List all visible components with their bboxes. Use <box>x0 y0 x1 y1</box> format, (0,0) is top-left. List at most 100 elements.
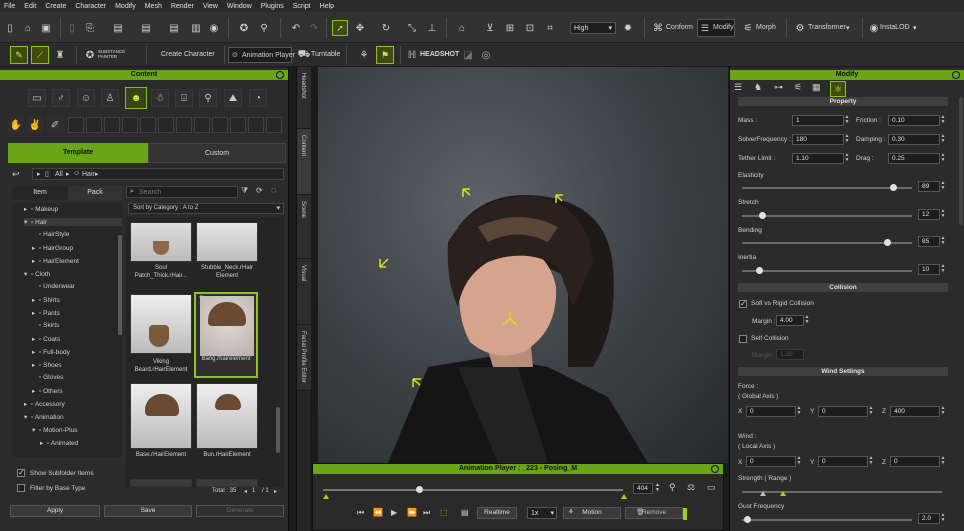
motion-icon[interactable]: ⚘ <box>356 47 372 63</box>
tab-item[interactable]: Item <box>12 186 68 200</box>
item-thumb[interactable] <box>196 383 258 449</box>
margin-input[interactable]: 4.00 <box>776 315 804 326</box>
headshot-icon[interactable]: ℍ <box>404 47 420 63</box>
transformer-button[interactable]: Transformer <box>808 24 846 31</box>
tab-custom[interactable]: Custom <box>148 143 286 163</box>
window-icon[interactable]: ▭ <box>707 482 716 493</box>
scene-icon[interactable]: ⛰ <box>224 89 242 107</box>
mass-input[interactable]: 1 <box>792 115 844 126</box>
menu-plugins[interactable]: Plugins <box>261 3 284 10</box>
gust-spinner[interactable]: ▲ ▼ <box>940 513 946 524</box>
inertia-spinner[interactable]: ▲ ▼ <box>940 264 946 275</box>
character-icon[interactable]: ♜ <box>52 47 68 63</box>
chevron-left-icon[interactable]: ◂ <box>244 488 247 495</box>
item-thumb[interactable] <box>196 222 258 262</box>
tab-visual[interactable]: Visual <box>297 259 311 325</box>
gust-knob[interactable] <box>744 516 751 523</box>
margin2-input[interactable]: 1.20 <box>776 349 804 360</box>
damping-input[interactable]: 0.30 <box>888 134 940 145</box>
bending-input[interactable]: 85 <box>918 236 940 247</box>
drag-input[interactable]: 0.25 <box>888 153 940 164</box>
tree-item[interactable]: ▸ ▫ Others <box>32 387 63 395</box>
head-morph-icon[interactable]: ☺ <box>77 89 95 107</box>
tree-item[interactable]: ▸ ▫ HairGroup <box>32 244 73 252</box>
chevron-right-icon[interactable]: ▸ <box>32 387 39 395</box>
drag-spinner[interactable]: ▲ ▼ <box>940 153 946 164</box>
select-arrow-icon[interactable]: ➚ <box>332 20 348 36</box>
camera-icon[interactable]: ✪ <box>236 20 252 36</box>
gust-input[interactable]: 2.0 <box>918 513 940 524</box>
section-property[interactable]: Property <box>738 97 948 106</box>
generate-button[interactable]: Generate <box>196 505 284 517</box>
elasticity-slider[interactable] <box>742 187 912 189</box>
substance-painter-button[interactable]: SUBSTANCE PAINTER <box>98 49 125 59</box>
solver-spinner[interactable]: ▲ ▼ <box>844 134 850 145</box>
export-icon[interactable]: ⎘ <box>82 20 98 36</box>
tab-template[interactable]: Template <box>8 143 148 163</box>
friction-spinner[interactable]: ▲ ▼ <box>940 115 946 126</box>
play-icon[interactable]: ▶ <box>391 508 397 517</box>
pie-icon[interactable]: ◔ <box>249 89 267 107</box>
turntable-icon[interactable]: ⛟ <box>296 47 312 63</box>
frame-icon[interactable]: ⊡ <box>522 20 538 36</box>
tether-input[interactable]: 1.10 <box>792 153 844 164</box>
menu-modify[interactable]: Modify <box>115 3 136 10</box>
substance-painter-icon[interactable]: ✪ <box>82 47 98 63</box>
align-icon[interactable]: ⊻ <box>482 20 498 36</box>
tree-item[interactable]: ▾ ▫ Cloth <box>24 270 50 278</box>
motion-select[interactable]: ⚘ Motion <box>563 507 621 519</box>
speed-select[interactable]: 1x ▾ <box>527 507 557 519</box>
modify-button[interactable]: ☰ Modify <box>697 19 735 37</box>
chevron-right-icon[interactable]: ▸ <box>32 244 39 252</box>
redo-icon[interactable]: ↷ <box>306 20 322 36</box>
accessory-icon[interactable]: ☃ <box>151 89 169 107</box>
motion-icon[interactable]: ✋ <box>8 117 24 133</box>
conform-icon[interactable]: ⌘ <box>650 20 666 36</box>
project-icon[interactable]: ▭ <box>28 89 46 107</box>
self-collision-checkbox[interactable] <box>739 335 747 343</box>
new-file-icon[interactable]: ▯ <box>2 20 18 36</box>
edit-pose-icon[interactable]: ⟋ <box>31 46 49 64</box>
item-thumb[interactable] <box>130 294 192 354</box>
elasticity-knob[interactable] <box>890 184 898 191</box>
rotate-icon[interactable]: ↻ <box>378 20 394 36</box>
comment-icon[interactable]: ▤ <box>461 508 469 517</box>
headshot-tool-icon[interactable]: ◪ <box>460 47 476 63</box>
item-thumb[interactable] <box>196 479 258 487</box>
force-y-spinner[interactable]: ▲ ▼ <box>868 406 874 417</box>
mirror-icon[interactable]: ⚖ <box>687 482 695 493</box>
tree-item[interactable]: ▸ ▫ Shoes <box>32 361 62 369</box>
damping-spinner[interactable]: ▲ ▼ <box>940 134 946 145</box>
body-icon[interactable]: ♂ <box>52 89 70 107</box>
chevron-right-icon[interactable]: ▸ <box>24 400 31 408</box>
open-folder-icon[interactable]: ⌂ <box>20 20 36 36</box>
chevron-right-icon[interactable]: ▸ <box>274 488 277 495</box>
wind-z-spinner[interactable]: ▲ ▼ <box>940 456 946 467</box>
instalod-button[interactable]: InstaLOD <box>880 24 910 31</box>
conform-button[interactable]: Conform <box>666 24 693 31</box>
tree-item[interactable]: ▸ ▫ Makeup <box>24 205 58 213</box>
grid-scrollbar[interactable] <box>276 407 280 453</box>
checker-icon[interactable]: ▦ <box>812 82 826 96</box>
strength-max-handle[interactable] <box>780 491 786 496</box>
3d-viewport[interactable] <box>318 67 728 463</box>
close-icon[interactable] <box>276 71 284 79</box>
close-icon[interactable] <box>711 465 719 473</box>
frame-input[interactable]: 404 <box>633 483 653 494</box>
strength-min-handle[interactable] <box>760 491 766 496</box>
brush-icon[interactable]: ✐ <box>47 117 63 133</box>
search-input[interactable]: Search <box>139 189 161 196</box>
prev-frame-icon[interactable]: ⏪ <box>373 508 383 517</box>
home-view-icon[interactable]: ⌂ <box>454 20 470 36</box>
chevron-right-icon[interactable]: ▸ <box>32 309 39 317</box>
chevron-down-icon[interactable]: ▾ <box>913 24 917 32</box>
chevron-right-icon[interactable]: ▸ <box>32 361 39 369</box>
save-icon[interactable]: ▣ <box>38 20 54 36</box>
chevron-down-icon[interactable]: ▾ <box>24 413 31 421</box>
sphere-icon[interactable]: ◎ <box>478 47 494 63</box>
tree-item[interactable]: ▾ ▫ Motion-Plus <box>32 426 77 434</box>
timeline-track[interactable] <box>323 489 623 491</box>
breadcrumb-all[interactable]: All <box>55 171 63 178</box>
wind-x-input[interactable]: 0 <box>746 456 796 467</box>
turntable-button[interactable]: Turntable <box>311 51 340 58</box>
